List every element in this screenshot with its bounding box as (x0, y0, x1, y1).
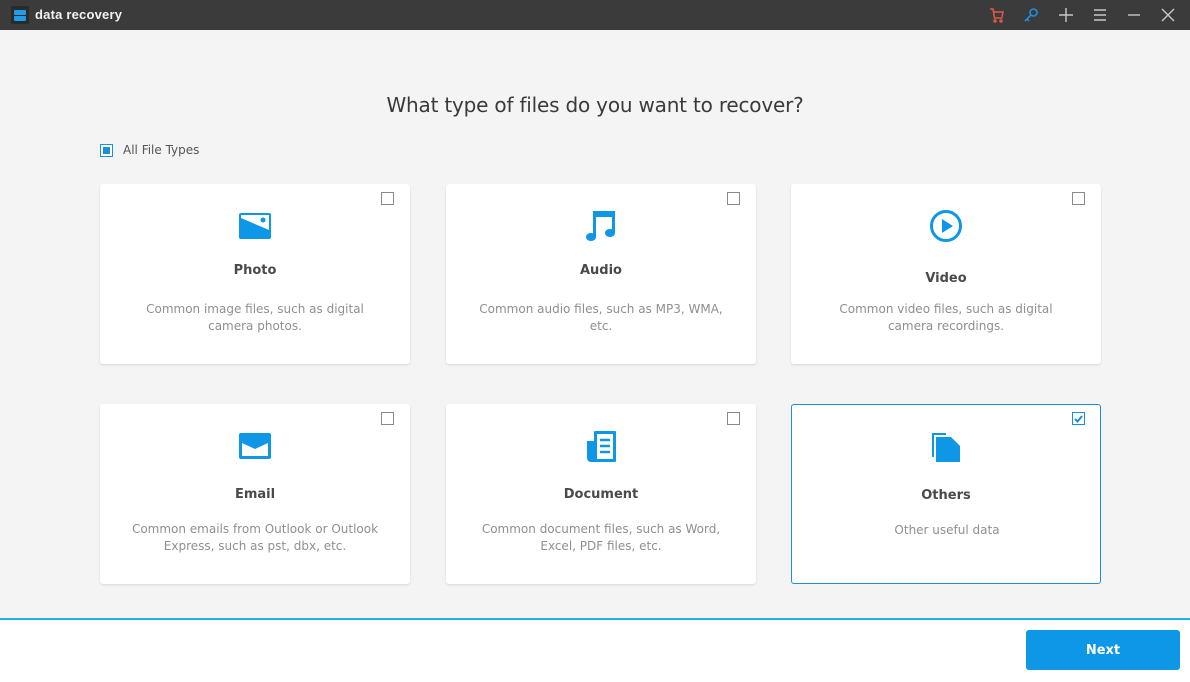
all-file-types-checkbox-box[interactable] (100, 143, 113, 157)
video-title: Video (925, 271, 967, 286)
video-description: Common video files, such as digital came… (839, 302, 1053, 333)
photo-checkbox[interactable] (381, 192, 394, 205)
envelope-icon (100, 432, 410, 460)
audio-description: Common audio files, such as MP3, WMA, et… (479, 302, 723, 333)
document-icon (446, 429, 756, 463)
others-description: Other useful data (894, 523, 1000, 537)
email-description: Common emails from Outlook or Outlook Ex… (131, 522, 379, 553)
all-file-types-checkbox[interactable]: All File Types (100, 143, 199, 157)
music-note-icon (446, 209, 756, 243)
others-title: Others (921, 488, 971, 503)
menu-icon[interactable] (1089, 4, 1111, 26)
all-file-types-label: All File Types (123, 143, 200, 157)
minimize-icon[interactable] (1123, 4, 1145, 26)
footer-bar: Next (0, 618, 1190, 682)
card-video[interactable]: Video Common video files, such as digita… (791, 184, 1101, 364)
others-checkbox[interactable] (1072, 412, 1085, 425)
key-icon[interactable] (1020, 4, 1042, 26)
plus-icon[interactable] (1055, 4, 1077, 26)
next-button[interactable]: Next (1026, 630, 1180, 670)
photo-title: Photo (233, 263, 277, 278)
audio-title: Audio (579, 263, 622, 278)
email-checkbox[interactable] (381, 412, 394, 425)
card-document[interactable]: Document Common document files, such as … (446, 404, 756, 584)
document-checkbox[interactable] (727, 412, 740, 425)
photo-description: Common image files, such as digital came… (146, 302, 364, 333)
card-audio[interactable]: Audio Common audio files, such as MP3, W… (446, 184, 756, 364)
files-icon (792, 429, 1100, 463)
app-title: data recovery (35, 7, 123, 22)
card-photo[interactable]: Photo Common image files, such as digita… (100, 184, 410, 364)
play-circle-icon (791, 209, 1101, 243)
title-bar: data recovery (0, 0, 1190, 30)
app-logo-icon (11, 6, 29, 24)
page-heading: What type of files do you want to recove… (386, 93, 804, 117)
card-others[interactable]: Others Other useful data (791, 404, 1101, 584)
photo-icon (100, 212, 410, 240)
card-email[interactable]: Email Common emails from Outlook or Outl… (100, 404, 410, 584)
audio-checkbox[interactable] (727, 192, 740, 205)
email-title: Email (234, 487, 276, 502)
close-icon[interactable] (1157, 4, 1179, 26)
video-checkbox[interactable] (1072, 192, 1085, 205)
cart-icon[interactable] (986, 4, 1008, 26)
document-description: Common document files, such as Word, Exc… (481, 522, 721, 553)
document-title: Document (563, 487, 639, 502)
main-content: What type of files do you want to recove… (0, 30, 1190, 618)
